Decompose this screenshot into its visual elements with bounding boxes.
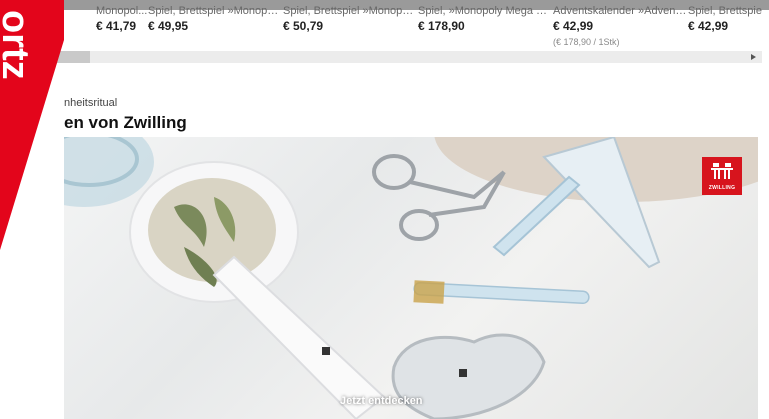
badge-text: ortz [0, 10, 36, 80]
product-card[interactable]: Spiel, Brettspiel »Monopol... € 49,95 [148, 4, 282, 34]
banner-illustration [64, 137, 758, 419]
product-card[interactable]: Spiel, »Monopoly Mega Bla... € 178,90 [418, 4, 552, 34]
promo-badge[interactable]: ortz [0, 0, 64, 419]
product-carousel: Monopol... € 41,79 Spiel, Brettspiel »Mo… [0, 0, 769, 64]
twin-figures-icon [711, 163, 733, 179]
product-name[interactable]: Spiel, »Monopoly Mega Bla... [418, 4, 552, 18]
product-name[interactable]: Spiel, Brettspiel »Monopol... [283, 4, 417, 18]
brow-brush-shape [413, 280, 590, 305]
section-title: en von Zwilling [64, 113, 187, 132]
product-card[interactable]: Adventskalender »Advents... € 42,99 (€ 1… [553, 4, 687, 48]
product-price: € 50,79 [283, 19, 324, 33]
product-name[interactable]: Spiel, Brettspie [688, 4, 766, 18]
mirror-shape [129, 161, 386, 419]
product-price: € 49,95 [148, 19, 189, 33]
promo-banner[interactable]: ZWILLING Jetzt entdecken [64, 137, 758, 419]
product-unit-price: (€ 178,90 / 1Stk) [553, 37, 620, 47]
product-card[interactable]: Spiel, Brettspiel »Monopol... € 50,79 [283, 4, 417, 34]
product-price: € 42,99 [553, 19, 594, 33]
product-price: € 42,99 [688, 19, 729, 33]
section-kicker: nheitsritual [64, 97, 118, 109]
product-price: € 178,90 [418, 19, 465, 33]
product-name[interactable]: Adventskalender »Advents... [553, 4, 687, 18]
carousel-scrollbar[interactable] [0, 51, 762, 63]
product-card[interactable]: Spiel, Brettspie € 42,99 [688, 4, 766, 34]
product-name[interactable]: Spiel, Brettspiel »Monopol... [148, 4, 282, 18]
zwilling-logo: ZWILLING [702, 157, 742, 195]
logo-text: ZWILLING [708, 185, 736, 191]
cta-link[interactable]: Jetzt entdecken [340, 395, 423, 407]
scroll-right-arrow-icon[interactable] [744, 51, 762, 63]
